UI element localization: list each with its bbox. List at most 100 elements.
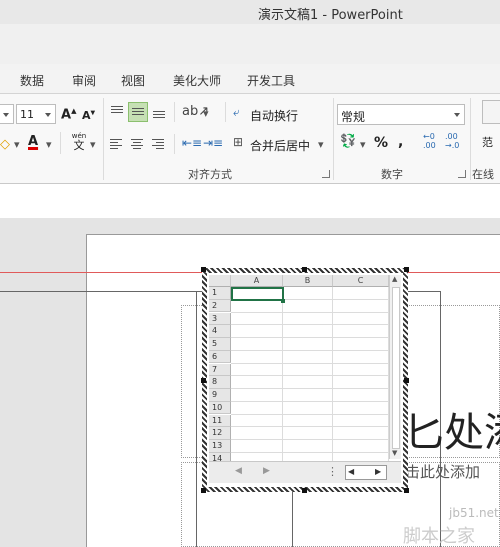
sheet-cell[interactable]	[333, 401, 389, 415]
horizontal-scroll-box[interactable]: ◀ ▶	[345, 465, 387, 480]
fill-color-dropdown-icon[interactable]: ▾	[14, 138, 20, 151]
increase-indent-icon[interactable]: ⇥≡	[203, 136, 223, 150]
sheet-cell[interactable]	[333, 287, 389, 300]
row-header[interactable]: 3	[209, 312, 231, 326]
sheet-cell[interactable]	[283, 350, 333, 364]
font-color-dropdown-icon[interactable]: ▾	[46, 138, 52, 151]
sheet-cell[interactable]	[283, 287, 333, 300]
vertical-scrollbar[interactable]: ▲ ▼	[389, 275, 401, 459]
sheet-cell[interactable]	[283, 389, 333, 402]
wrap-text-button[interactable]: 自动换行	[250, 107, 298, 124]
merge-center-button[interactable]: 合并后居中	[250, 137, 310, 154]
merge-center-dropdown-icon[interactable]: ▾	[318, 138, 324, 151]
column-header-b[interactable]: B	[283, 275, 333, 287]
sheet-cell[interactable]	[283, 427, 333, 440]
align-top-icon[interactable]	[110, 105, 124, 119]
decrease-indent-icon[interactable]: ⇤≡	[182, 136, 202, 150]
resize-handle-t[interactable]	[302, 267, 307, 272]
align-center-icon[interactable]	[131, 138, 145, 150]
tab-beautify-master[interactable]: 美化大师	[173, 72, 221, 89]
decrease-decimal-button[interactable]: .00 →.0	[445, 132, 465, 150]
tab-view[interactable]: 视图	[121, 72, 145, 89]
column-header-a[interactable]: A	[231, 275, 283, 287]
sheet-cell[interactable]	[231, 414, 283, 428]
template-button[interactable]: 范	[482, 134, 493, 150]
sheet-cell[interactable]	[333, 414, 389, 428]
scroll-thumb[interactable]	[392, 287, 400, 449]
font-name-dropdown[interactable]	[0, 104, 14, 124]
shrink-font-icon[interactable]: A▼	[82, 109, 95, 122]
fill-handle[interactable]	[281, 299, 285, 303]
row-header[interactable]: 9	[209, 389, 231, 402]
sheet-cell[interactable]	[283, 312, 333, 326]
sheet-cell[interactable]	[283, 363, 333, 377]
row-header[interactable]: 8	[209, 376, 231, 389]
sheet-cell[interactable]	[231, 299, 283, 313]
resize-handle-bl[interactable]	[201, 488, 206, 493]
sheet-cell[interactable]	[333, 299, 389, 313]
sheet-cell[interactable]	[333, 312, 389, 326]
orientation-dropdown-icon[interactable]: ▾	[203, 107, 209, 120]
align-left-icon[interactable]	[110, 138, 124, 150]
row-header[interactable]: 2	[209, 299, 231, 313]
phonetic-dropdown-icon[interactable]: ▾	[90, 138, 96, 151]
sheet-cell[interactable]	[283, 338, 333, 351]
active-cell[interactable]	[231, 287, 284, 301]
increase-decimal-button[interactable]: ←0 .00	[423, 132, 443, 150]
column-header-c[interactable]: C	[333, 275, 389, 287]
tab-developer[interactable]: 开发工具	[247, 72, 295, 89]
scroll-right-icon[interactable]: ▶	[375, 467, 381, 476]
font-color-icon[interactable]: A	[28, 134, 38, 149]
sheet-cell[interactable]	[283, 376, 333, 389]
currency-icon[interactable]: 💱	[340, 134, 356, 149]
sheet-cell[interactable]	[333, 325, 389, 338]
sheet-cell[interactable]	[333, 427, 389, 440]
row-header[interactable]: 11	[209, 414, 231, 428]
tab-review[interactable]: 审阅	[72, 72, 96, 89]
percent-button[interactable]: %	[374, 135, 388, 151]
sheet-cell[interactable]	[231, 440, 283, 453]
resize-handle-tl[interactable]	[201, 267, 206, 272]
sheet-cell[interactable]	[231, 401, 283, 415]
sheet-cell[interactable]	[333, 350, 389, 364]
more-options-icon[interactable]: ⋮	[327, 465, 338, 478]
comma-button[interactable]: ,	[398, 134, 403, 150]
sheet-cell[interactable]	[283, 325, 333, 338]
align-right-icon[interactable]	[152, 138, 166, 150]
sheet-cell[interactable]	[231, 363, 283, 377]
number-format-dropdown[interactable]: 常规	[337, 104, 465, 125]
template-style-icon[interactable]	[482, 100, 500, 124]
row-header[interactable]: 4	[209, 325, 231, 338]
sheet-cell[interactable]	[231, 427, 283, 440]
align-bottom-icon[interactable]	[152, 105, 166, 119]
sheet-cell[interactable]	[333, 440, 389, 453]
sheet-cell[interactable]	[231, 325, 283, 338]
row-header[interactable]: 1	[209, 287, 231, 300]
scroll-left-icon[interactable]: ◀	[348, 467, 354, 476]
sheet-cell[interactable]	[283, 401, 333, 415]
sheet-cell[interactable]	[333, 389, 389, 402]
select-all-corner[interactable]	[209, 275, 231, 287]
slide-title-text[interactable]: 匕处添	[404, 400, 500, 458]
sheet-cell[interactable]	[283, 414, 333, 428]
slide-subtitle-text[interactable]: 击此处添加	[405, 461, 480, 482]
row-header[interactable]: 13	[209, 440, 231, 453]
row-header[interactable]: 12	[209, 427, 231, 440]
row-header[interactable]: 5	[209, 338, 231, 351]
sheet-cell[interactable]	[333, 363, 389, 377]
scroll-down-icon[interactable]: ▼	[392, 449, 397, 457]
resize-handle-l[interactable]	[201, 378, 206, 383]
align-middle-icon[interactable]	[128, 102, 148, 122]
phonetic-guide-icon[interactable]: wén 文	[68, 132, 90, 152]
sheet-cell[interactable]	[231, 389, 283, 402]
sheet-cell[interactable]	[231, 312, 283, 326]
row-header[interactable]: 6	[209, 350, 231, 364]
sheet-cell[interactable]	[283, 299, 333, 313]
wrap-text-icon[interactable]: ⤶	[233, 105, 240, 120]
tab-data[interactable]: 数据	[20, 72, 44, 89]
merge-center-icon[interactable]: ⊞	[233, 135, 243, 149]
currency-dropdown-icon[interactable]: ▾	[360, 138, 366, 151]
sheet-cell[interactable]	[333, 338, 389, 351]
embedded-spreadsheet[interactable]: A B C 1 2 3 4 5 6 7 8 9 10 11 12 13 14 ▲ ▼ ◀ ▶ ⋮ ◀ ▶	[202, 268, 408, 492]
resize-handle-r[interactable]	[404, 378, 409, 383]
